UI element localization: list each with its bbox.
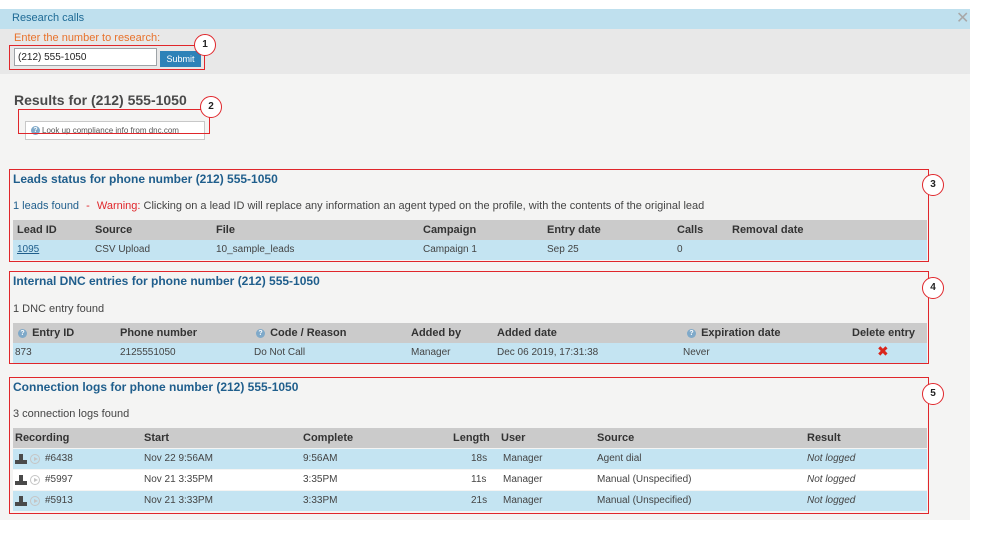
callout-number-2: 2 bbox=[200, 96, 222, 118]
callout-box-5 bbox=[9, 377, 929, 514]
window-title-bar: Research calls ✕ bbox=[0, 9, 970, 29]
callout-number-3: 3 bbox=[922, 174, 944, 196]
search-prompt: Enter the number to research: bbox=[14, 32, 161, 44]
window-title: Research calls bbox=[12, 12, 85, 24]
callout-box-4 bbox=[9, 271, 929, 364]
results-title: Results for (212) 555-1050 bbox=[14, 92, 187, 108]
callout-number-4: 4 bbox=[922, 277, 944, 299]
callout-box-3 bbox=[9, 169, 929, 262]
callout-number-5: 5 bbox=[922, 383, 944, 405]
callout-number-1: 1 bbox=[194, 34, 216, 56]
callout-box-1 bbox=[9, 45, 205, 70]
close-icon[interactable]: ✕ bbox=[956, 10, 969, 26]
callout-box-2 bbox=[18, 109, 210, 134]
